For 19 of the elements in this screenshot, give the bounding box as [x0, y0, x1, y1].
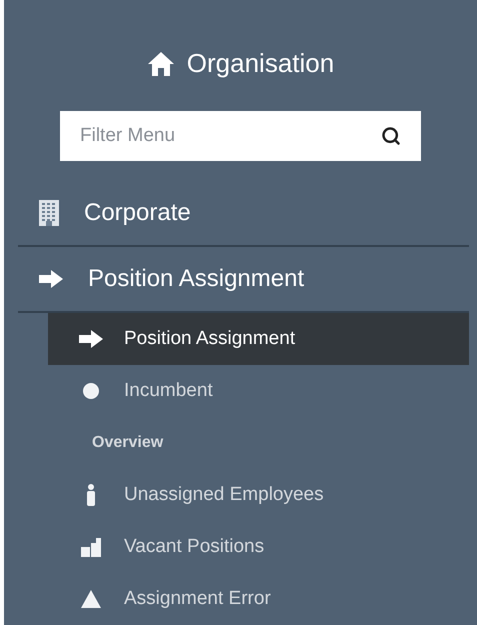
arrow-right-icon — [38, 269, 64, 289]
warning-icon — [80, 589, 102, 609]
sidebar-title: Organisation — [186, 47, 334, 80]
submenu-item[interactable]: Vacant Positions — [48, 521, 469, 573]
submenu-item[interactable]: Incumbent — [48, 365, 469, 417]
submenu-item[interactable]: Assignment Error — [48, 573, 469, 625]
person-icon — [86, 484, 96, 506]
submenu-item[interactable]: Unassigned Employees — [48, 469, 469, 521]
bar-chart-icon — [81, 537, 101, 557]
circle-icon — [82, 382, 100, 400]
section-heading: Overview — [91, 433, 164, 453]
submenu-item[interactable]: Position Assignment — [48, 313, 469, 365]
filter-field[interactable]: Filter Menu — [60, 111, 421, 161]
search-icon[interactable] — [381, 126, 401, 146]
menu-item[interactable]: Position Assignment — [4, 247, 477, 311]
menu-item[interactable]: Corporate — [4, 181, 477, 245]
arrow-right-icon — [78, 329, 104, 349]
building-icon — [38, 199, 60, 227]
home-icon — [146, 50, 175, 76]
